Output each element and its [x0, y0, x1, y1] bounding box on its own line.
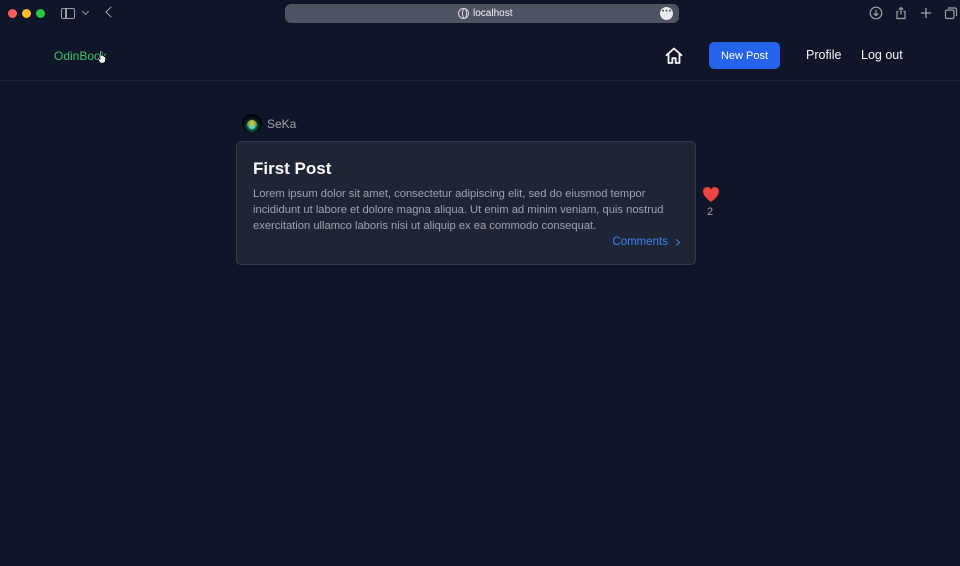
globe-icon	[458, 8, 469, 19]
post-card: First Post Lorem ipsum dolor sit amet, c…	[236, 141, 696, 265]
close-window-button[interactable]	[8, 9, 17, 18]
post-body: Lorem ipsum dolor sit amet, consectetur …	[253, 188, 664, 233]
download-icon[interactable]	[869, 6, 883, 20]
heart-icon	[703, 187, 719, 202]
chevron-right-icon	[672, 238, 681, 246]
sidebar-toggle-icon[interactable]	[61, 8, 75, 19]
profile-link[interactable]: Profile	[806, 48, 841, 62]
chevron-down-icon[interactable]	[81, 7, 90, 16]
ellipsis-icon[interactable]: ···	[660, 7, 673, 20]
logout-link[interactable]: Log out	[861, 48, 903, 62]
author-name[interactable]: SeKa	[267, 117, 296, 131]
back-icon[interactable]	[105, 6, 117, 18]
browser-toolbar: localhost ···	[0, 0, 960, 28]
comments-label: Comments	[612, 236, 668, 248]
comments-link[interactable]: Comments	[612, 236, 681, 248]
like-button[interactable]	[702, 186, 720, 203]
share-icon[interactable]	[894, 6, 908, 20]
new-post-button[interactable]: New Post	[709, 42, 780, 69]
minimize-window-button[interactable]	[22, 9, 31, 18]
like-count: 2	[707, 206, 714, 218]
new-tab-icon[interactable]	[919, 6, 933, 20]
zoom-window-button[interactable]	[36, 9, 45, 18]
avatar[interactable]	[242, 114, 262, 134]
home-icon[interactable]	[664, 46, 684, 66]
address-bar[interactable]: localhost ···	[285, 4, 679, 23]
post-title: First Post	[253, 159, 332, 178]
url-text: localhost	[473, 8, 513, 19]
pointer-cursor-icon	[97, 50, 106, 64]
tab-overview-icon[interactable]	[944, 6, 958, 20]
